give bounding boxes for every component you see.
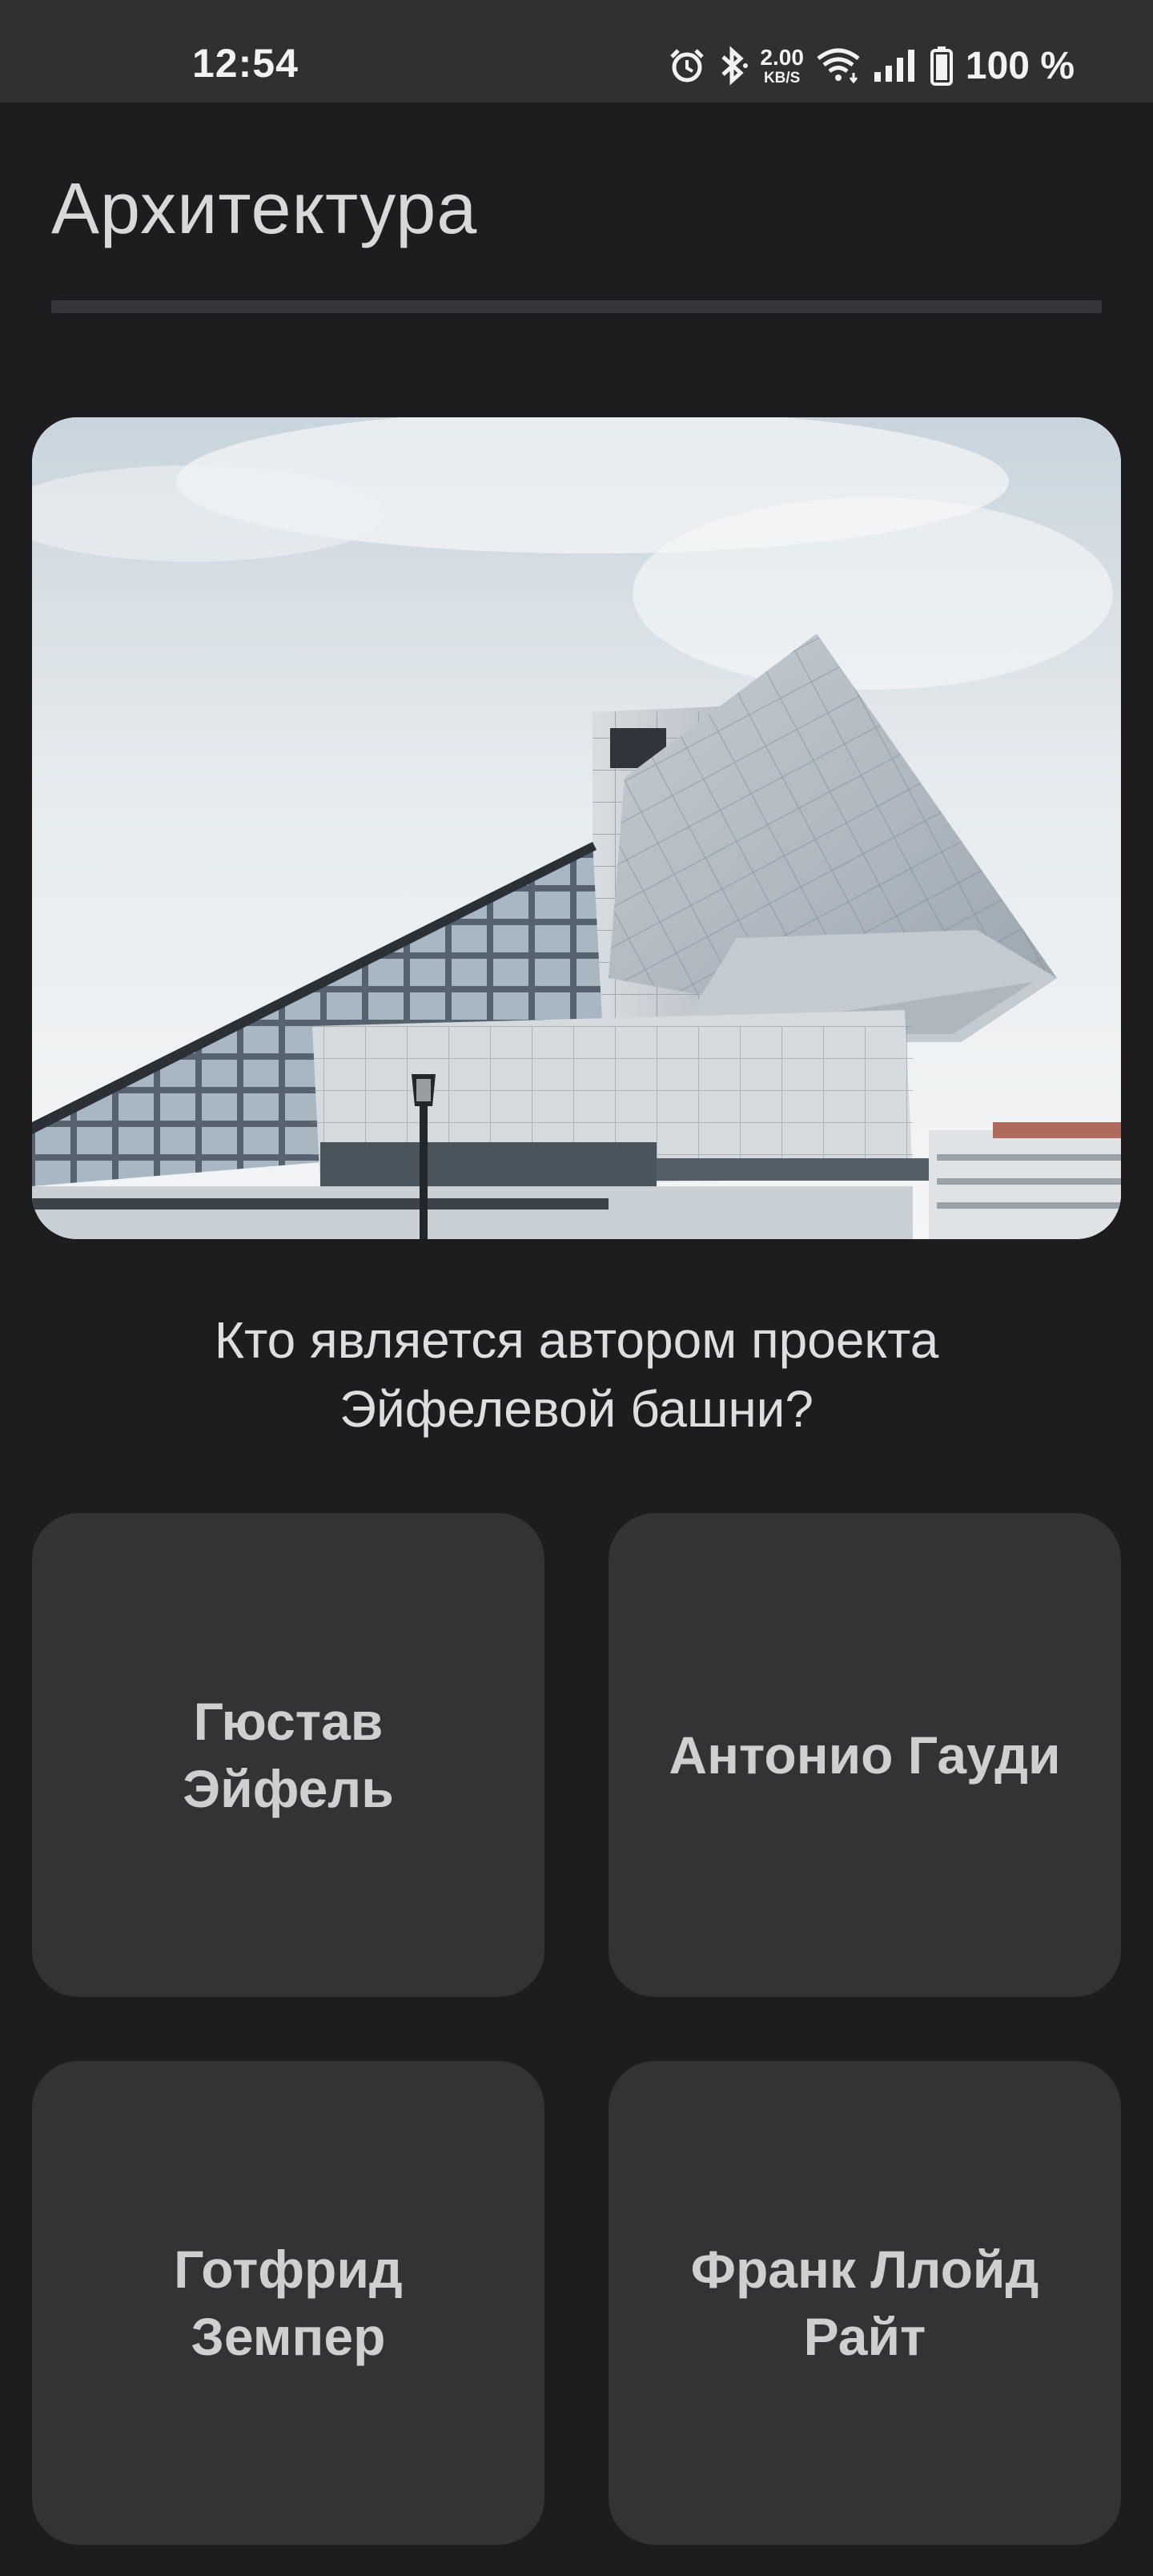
battery-icon bbox=[930, 46, 953, 86]
answer-button-1[interactable]: Гюстав Эйфель bbox=[32, 1513, 544, 1997]
answer-button-4[interactable]: Франк Ллойд Райт bbox=[609, 2061, 1121, 2545]
wifi-icon bbox=[815, 47, 862, 84]
answer-label-line: Гюстав bbox=[193, 1692, 384, 1751]
page-title: Архитектура bbox=[51, 169, 478, 249]
answer-label-line: Земпер bbox=[191, 2307, 386, 2366]
answer-label-line: Франк Ллойд bbox=[690, 2240, 1039, 2299]
question-line-1: Кто является автором проекта bbox=[214, 1311, 939, 1369]
answer-label-line: Эйфель bbox=[183, 1759, 394, 1818]
answer-label-line: Антонио Гауди bbox=[669, 1725, 1061, 1785]
network-speed-value: 2.00 bbox=[760, 44, 804, 70]
answer-label: Антонио Гауди bbox=[669, 1721, 1060, 1789]
status-bar: 12:54 2.00 KB/S 100 % bbox=[0, 0, 1153, 103]
answer-label: Готфрид Земпер bbox=[174, 2236, 403, 2370]
answer-label-line: Райт bbox=[803, 2307, 926, 2366]
status-icons: 2.00 KB/S 100 % bbox=[669, 42, 1075, 90]
quiz-image bbox=[32, 417, 1121, 1239]
answer-button-2[interactable]: Антонио Гауди bbox=[609, 1513, 1121, 1997]
status-time: 12:54 bbox=[192, 41, 299, 86]
title-divider bbox=[51, 300, 1102, 313]
answer-label-line: Готфрид bbox=[174, 2240, 403, 2299]
battery-percent: 100 % bbox=[965, 44, 1075, 87]
alarm-icon bbox=[669, 47, 705, 84]
signal-icon bbox=[873, 48, 919, 83]
network-speed: 2.00 KB/S bbox=[760, 46, 804, 86]
network-speed-unit: KB/S bbox=[763, 69, 801, 87]
answer-label: Франк Ллойд Райт bbox=[691, 2236, 1039, 2370]
answer-label: Гюстав Эйфель bbox=[183, 1688, 394, 1822]
question-text: Кто является автором проекта Эйфелевой б… bbox=[64, 1306, 1089, 1443]
building-photo bbox=[32, 417, 1121, 1239]
question-line-2: Эйфелевой башни? bbox=[339, 1380, 814, 1438]
answer-button-3[interactable]: Готфрид Земпер bbox=[32, 2061, 544, 2545]
bluetooth-icon bbox=[717, 46, 749, 86]
